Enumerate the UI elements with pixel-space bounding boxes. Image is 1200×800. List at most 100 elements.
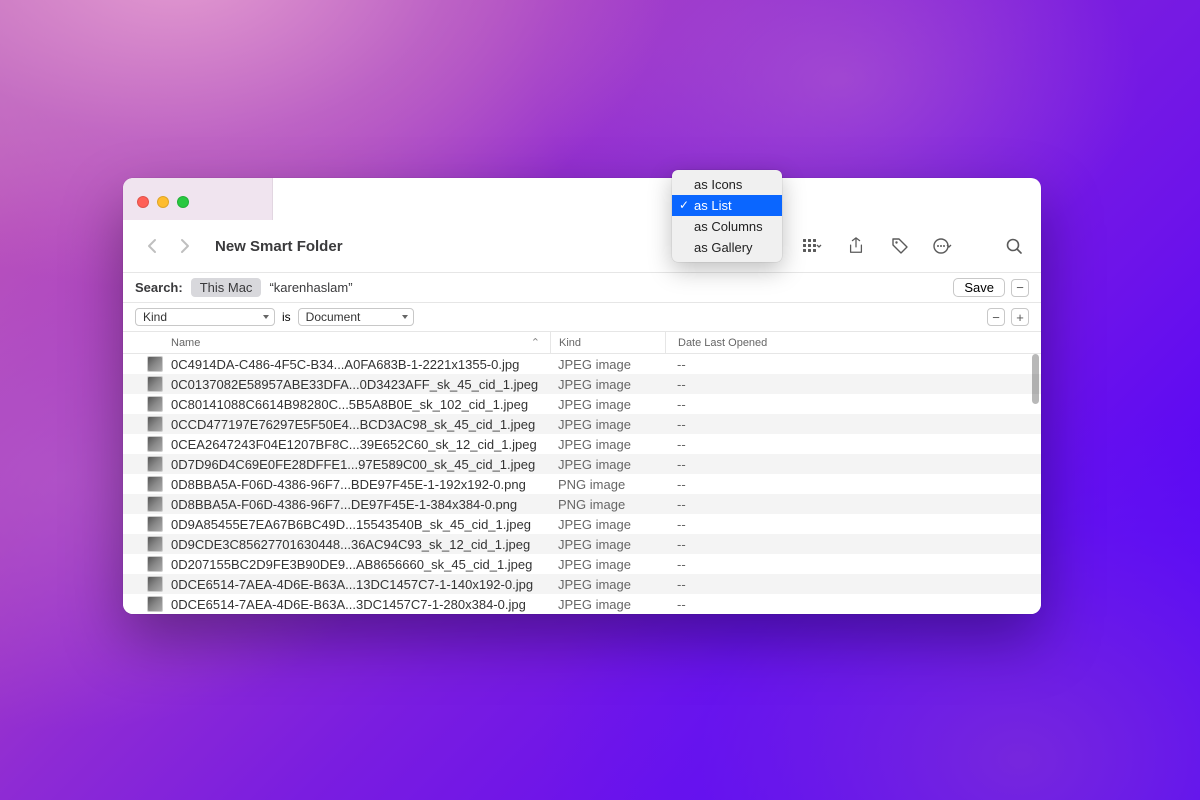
file-kind: JPEG image — [550, 577, 665, 592]
file-kind: JPEG image — [550, 557, 665, 572]
file-kind: JPEG image — [550, 377, 665, 392]
minimize-button[interactable] — [157, 196, 169, 208]
file-date: -- — [665, 537, 1041, 552]
view-menu-item[interactable]: as Icons — [672, 174, 782, 195]
file-kind: JPEG image — [550, 597, 665, 612]
criteria-row: Kind is Document − + — [123, 302, 1041, 332]
file-row[interactable]: 0D8BBA5A-F06D-4386-96F7...DE97F45E-1-384… — [123, 494, 1041, 514]
file-kind: JPEG image — [550, 457, 665, 472]
back-button[interactable] — [139, 234, 163, 258]
file-date: -- — [665, 497, 1041, 512]
scope-user-folder[interactable]: “karenhaslam” — [269, 280, 352, 295]
view-menu-item[interactable]: as List — [672, 195, 782, 216]
sort-caret-icon: ⌃ — [531, 336, 540, 349]
action-button[interactable] — [933, 237, 953, 255]
group-by-button[interactable] — [803, 239, 823, 253]
file-thumbnail-icon — [147, 536, 163, 552]
toolbar: New Smart Folder — [123, 220, 1041, 272]
file-row[interactable]: 0DCE6514-7AEA-4D6E-B63A...13DC1457C7-1-1… — [123, 574, 1041, 594]
criteria-value-select[interactable]: Document — [298, 308, 414, 326]
list-scrollbar[interactable] — [1032, 354, 1039, 404]
file-row[interactable]: 0CEA2647243F04E1207BF8C...39E652C60_sk_1… — [123, 434, 1041, 454]
file-thumbnail-icon — [147, 596, 163, 612]
file-row[interactable]: 0DCE6514-7AEA-4D6E-B63A...3DC1457C7-1-28… — [123, 594, 1041, 614]
criteria-attribute-select[interactable]: Kind — [135, 308, 275, 326]
file-list[interactable]: 0C4914DA-C486-4F5C-B34...A0FA683B-1-2221… — [123, 354, 1041, 614]
file-thumbnail-icon — [147, 556, 163, 572]
file-name: 0D7D96D4C69E0FE28DFFE1...97E589C00_sk_45… — [171, 457, 535, 472]
file-date: -- — [665, 477, 1041, 492]
column-date-header[interactable]: Date Last Opened — [665, 332, 1041, 353]
file-name: 0CCD477197E76297E5F50E4...BCD3AC98_sk_45… — [171, 417, 535, 432]
file-date: -- — [665, 397, 1041, 412]
file-kind: PNG image — [550, 497, 665, 512]
view-menu-item[interactable]: as Columns — [672, 216, 782, 237]
file-row[interactable]: 0D9A85455E7EA67B6BC49D...15543540B_sk_45… — [123, 514, 1041, 534]
file-kind: JPEG image — [550, 417, 665, 432]
file-kind: JPEG image — [550, 517, 665, 532]
sidebar: iCloudiCloud DriveDocumentsDesktopShared… — [123, 178, 273, 220]
finder-window: iCloudiCloud DriveDocumentsDesktopShared… — [123, 178, 1041, 614]
file-date: -- — [665, 517, 1041, 532]
add-criteria-button[interactable]: + — [1011, 308, 1029, 326]
main-pane: New Smart Folder Search: — [123, 220, 1041, 614]
search-scope-bar: Search: This Mac “karenhaslam” Save − — [123, 272, 1041, 302]
file-date: -- — [665, 437, 1041, 452]
share-button[interactable] — [845, 235, 867, 257]
file-name: 0C80141088C6614B98280C...5B5A8B0E_sk_102… — [171, 397, 528, 412]
save-search-button[interactable]: Save — [953, 278, 1005, 297]
column-headers: Name ⌃ Kind Date Last Opened — [123, 332, 1041, 354]
file-row[interactable]: 0D207155BC2D9FE3B90DE9...AB8656660_sk_45… — [123, 554, 1041, 574]
remove-scope-button[interactable]: − — [1011, 279, 1029, 297]
file-kind: JPEG image — [550, 537, 665, 552]
file-row[interactable]: 0D9CDE3C85627701630448...36AC94C93_sk_12… — [123, 534, 1041, 554]
file-thumbnail-icon — [147, 396, 163, 412]
column-name-header[interactable]: Name ⌃ — [123, 337, 550, 349]
file-name: 0DCE6514-7AEA-4D6E-B63A...3DC1457C7-1-28… — [171, 597, 526, 612]
file-kind: JPEG image — [550, 357, 665, 372]
file-date: -- — [665, 557, 1041, 572]
file-name: 0D9CDE3C85627701630448...36AC94C93_sk_12… — [171, 537, 530, 552]
file-thumbnail-icon — [147, 456, 163, 472]
criteria-operator: is — [282, 310, 291, 324]
forward-button[interactable] — [173, 234, 197, 258]
close-button[interactable] — [137, 196, 149, 208]
column-kind-header[interactable]: Kind — [550, 332, 665, 353]
zoom-button[interactable] — [177, 196, 189, 208]
file-date: -- — [665, 457, 1041, 472]
file-date: -- — [665, 577, 1041, 592]
window-controls — [123, 178, 272, 214]
file-row[interactable]: 0CCD477197E76297E5F50E4...BCD3AC98_sk_45… — [123, 414, 1041, 434]
scope-this-mac[interactable]: This Mac — [191, 278, 262, 297]
tags-button[interactable] — [889, 235, 911, 257]
file-name: 0D8BBA5A-F06D-4386-96F7...BDE97F45E-1-19… — [171, 477, 526, 492]
file-date: -- — [665, 597, 1041, 612]
file-kind: JPEG image — [550, 397, 665, 412]
file-row[interactable]: 0C80141088C6614B98280C...5B5A8B0E_sk_102… — [123, 394, 1041, 414]
file-name: 0D207155BC2D9FE3B90DE9...AB8656660_sk_45… — [171, 557, 532, 572]
file-thumbnail-icon — [147, 496, 163, 512]
file-row[interactable]: 0D8BBA5A-F06D-4386-96F7...BDE97F45E-1-19… — [123, 474, 1041, 494]
file-name: 0DCE6514-7AEA-4D6E-B63A...13DC1457C7-1-1… — [171, 577, 533, 592]
file-row[interactable]: 0C0137082E58957ABE33DFA...0D3423AFF_sk_4… — [123, 374, 1041, 394]
file-thumbnail-icon — [147, 376, 163, 392]
file-thumbnail-icon — [147, 356, 163, 372]
search-label: Search: — [135, 280, 183, 295]
file-name: 0D9A85455E7EA67B6BC49D...15543540B_sk_45… — [171, 517, 531, 532]
file-date: -- — [665, 377, 1041, 392]
search-button[interactable] — [1003, 235, 1025, 257]
file-thumbnail-icon — [147, 436, 163, 452]
remove-criteria-button[interactable]: − — [987, 308, 1005, 326]
file-thumbnail-icon — [147, 516, 163, 532]
file-thumbnail-icon — [147, 476, 163, 492]
file-thumbnail-icon — [147, 416, 163, 432]
view-menu-popup: as Iconsas Listas Columnsas Gallery — [672, 170, 782, 262]
file-kind: JPEG image — [550, 437, 665, 452]
view-menu-item[interactable]: as Gallery — [672, 237, 782, 258]
file-row[interactable]: 0C4914DA-C486-4F5C-B34...A0FA683B-1-2221… — [123, 354, 1041, 374]
file-name: 0C0137082E58957ABE33DFA...0D3423AFF_sk_4… — [171, 377, 538, 392]
file-name: 0C4914DA-C486-4F5C-B34...A0FA683B-1-2221… — [171, 357, 519, 372]
file-name: 0D8BBA5A-F06D-4386-96F7...DE97F45E-1-384… — [171, 497, 517, 512]
file-row[interactable]: 0D7D96D4C69E0FE28DFFE1...97E589C00_sk_45… — [123, 454, 1041, 474]
file-date: -- — [665, 417, 1041, 432]
